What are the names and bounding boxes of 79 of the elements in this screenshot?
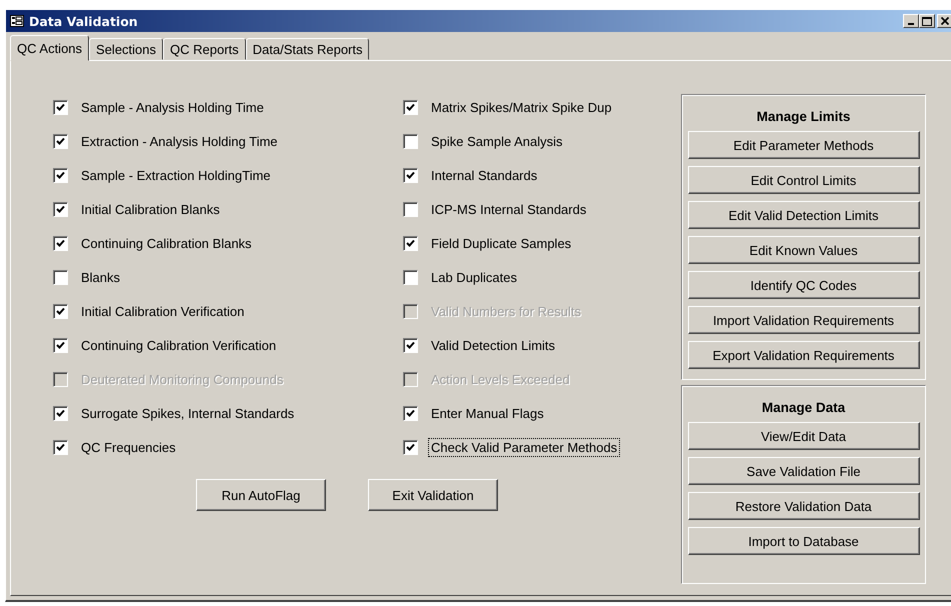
tab[interactable]: QC Actions (10, 35, 90, 61)
checkbox-label: Valid Detection Limits (430, 336, 556, 354)
checkbox-label: Surrogate Spikes, Internal Standards (80, 404, 296, 422)
tab[interactable]: QC Reports (163, 38, 246, 60)
checkmark-icon (406, 102, 415, 112)
checkbox[interactable] (53, 236, 68, 250)
checkmark-icon (56, 102, 65, 112)
checkmark-icon (406, 170, 415, 180)
action-button[interactable]: Run AutoFlag (196, 479, 326, 511)
checkbox-label: Matrix Spikes/Matrix Spike Dup (430, 98, 613, 116)
command-button[interactable]: Edit Known Values (688, 236, 920, 264)
checkbox-label: Field Duplicate Samples (430, 234, 572, 252)
checkbox[interactable] (403, 236, 418, 250)
form-icon (10, 15, 24, 27)
checkmark-icon (406, 408, 415, 418)
checkbox-label: Extraction - Analysis Holding Time (80, 132, 279, 150)
maximize-icon (922, 16, 932, 26)
checkmark-icon (56, 204, 65, 214)
checkbox-label: Internal Standards (430, 166, 538, 184)
checkbox-label: Initial Calibration Verification (80, 302, 246, 320)
checkbox-label: Blanks (80, 268, 122, 286)
command-button[interactable]: Edit Valid Detection Limits (688, 201, 920, 229)
group-title: Manage Data (762, 399, 846, 415)
minimize-button[interactable] (903, 14, 919, 28)
checkbox[interactable] (403, 270, 418, 284)
checkbox-label: Spike Sample Analysis (430, 132, 564, 150)
checkbox-label: Initial Calibration Blanks (80, 200, 221, 218)
checkbox[interactable] (403, 134, 418, 148)
close-button[interactable] (937, 14, 951, 28)
checkbox-label: Sample - Analysis Holding Time (80, 98, 265, 116)
checkbox[interactable] (53, 202, 68, 216)
command-button[interactable]: Edit Control Limits (688, 166, 920, 194)
checkmark-icon (406, 340, 415, 350)
checkmark-icon (406, 238, 415, 248)
command-button[interactable]: Edit Parameter Methods (688, 131, 920, 159)
checkbox[interactable] (403, 406, 418, 420)
checkbox[interactable] (403, 168, 418, 182)
checkmark-icon (56, 136, 65, 146)
command-button[interactable]: Restore Validation Data (688, 492, 920, 520)
maximize-button[interactable] (919, 14, 935, 28)
checkbox[interactable] (53, 134, 68, 148)
checkbox[interactable] (403, 338, 418, 352)
command-button[interactable]: Export Validation Requirements (688, 341, 920, 369)
checkbox[interactable] (53, 338, 68, 352)
checkbox-label: Continuing Calibration Verification (80, 336, 278, 354)
group-title: Manage Limits (756, 108, 850, 124)
checkbox-label: Lab Duplicates (430, 268, 518, 286)
checkbox[interactable] (53, 270, 68, 284)
checkmark-icon (56, 442, 65, 452)
command-button[interactable]: Import Validation Requirements (688, 306, 920, 334)
command-button[interactable]: Save Validation File (688, 457, 920, 485)
checkbox[interactable] (403, 202, 418, 216)
command-button[interactable]: View/Edit Data (688, 422, 920, 450)
checkmark-icon (56, 170, 65, 180)
checkbox[interactable] (403, 440, 418, 454)
close-icon (941, 17, 949, 25)
checkbox[interactable] (403, 100, 418, 114)
checkbox-label: ICP-MS Internal Standards (430, 200, 588, 218)
checkmark-icon (56, 340, 65, 350)
checkbox[interactable] (53, 406, 68, 420)
checkmark-icon (56, 238, 65, 248)
window-title: Data Validation (29, 14, 139, 28)
checkbox-label: Continuing Calibration Blanks (80, 234, 253, 252)
checkbox-label: Check Valid Parameter Methods (428, 438, 620, 456)
checkbox[interactable] (53, 304, 68, 318)
checkbox-label: Enter Manual Flags (430, 404, 545, 422)
checkmark-icon (56, 408, 65, 418)
action-button[interactable]: Exit Validation (368, 479, 498, 511)
checkmark-icon (406, 442, 415, 452)
tab[interactable]: Selections (89, 38, 164, 60)
checkbox-label: Sample - Extraction HoldingTime (80, 166, 272, 184)
tab[interactable]: Data/Stats Reports (246, 38, 370, 60)
command-button[interactable]: Import to Database (688, 527, 920, 555)
command-button[interactable]: Identify QC Codes (688, 271, 920, 299)
checkbox[interactable] (53, 100, 68, 114)
checkmark-icon (56, 306, 65, 316)
checkbox-label: QC Frequencies (80, 438, 177, 456)
checkbox[interactable] (53, 168, 68, 182)
checkbox[interactable] (53, 440, 68, 454)
